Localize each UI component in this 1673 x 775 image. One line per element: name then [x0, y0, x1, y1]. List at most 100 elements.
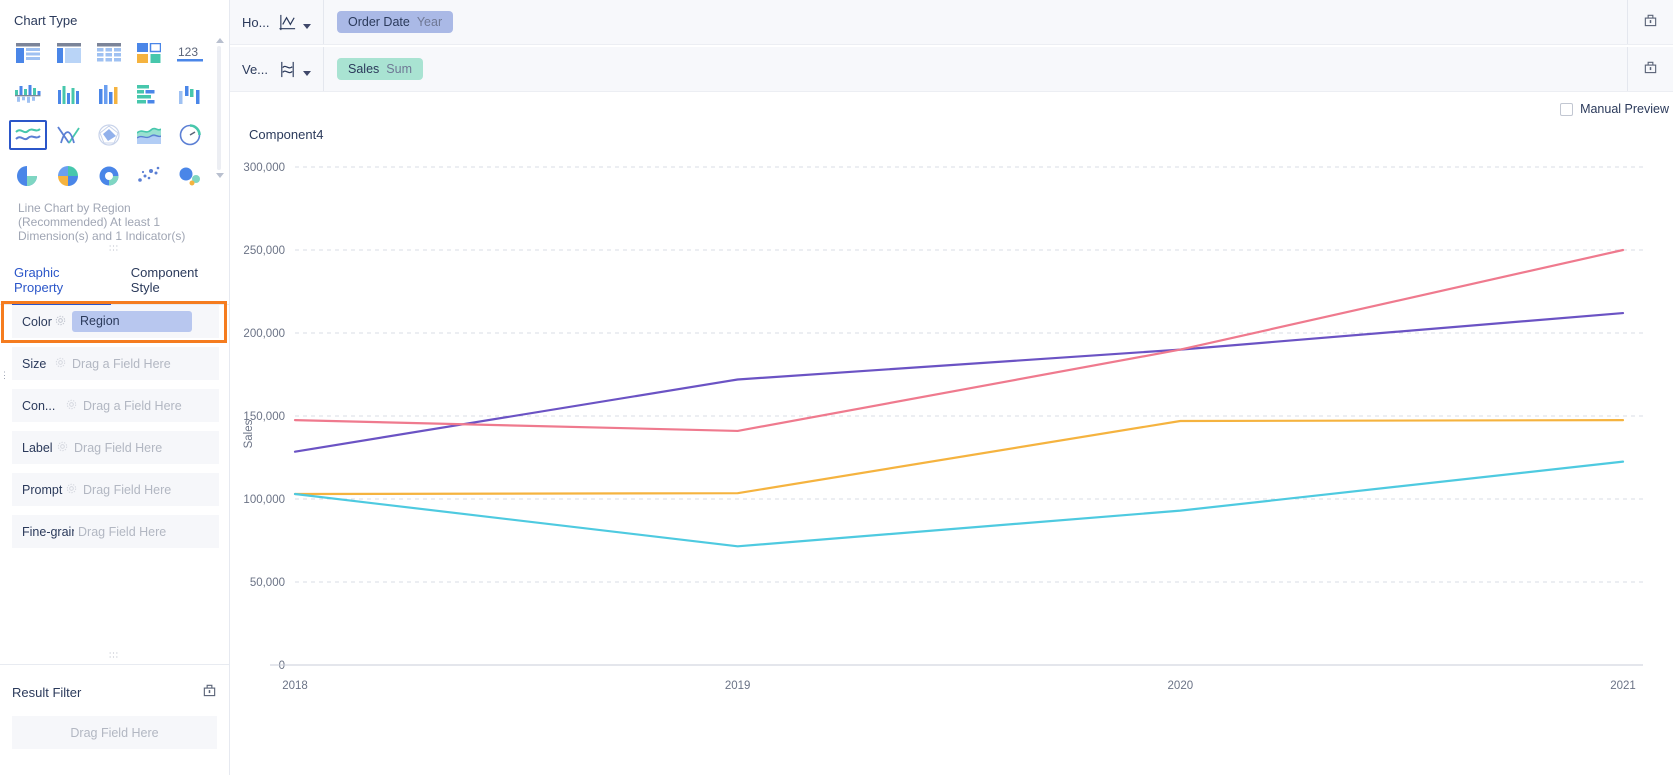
result-filter-title: Result Filter: [12, 685, 81, 700]
horizontal-shelf-lock[interactable]: [1627, 0, 1673, 44]
horizontal-shelf-caret-icon[interactable]: [303, 24, 311, 29]
vertical-axis-line-icon[interactable]: [274, 60, 300, 79]
scroll-down-arrow-icon[interactable]: [216, 173, 224, 178]
series-line-south[interactable]: [295, 462, 1623, 547]
svg-text:123: 123: [178, 45, 198, 59]
column-chart-icon[interactable]: [50, 79, 88, 109]
chart-type-icon-grid[interactable]: 123: [0, 28, 218, 193]
shelf-container-dropzone[interactable]: Drag a Field Here: [83, 399, 182, 413]
shelf-size[interactable]: Size Drag a Field Here: [12, 347, 219, 380]
main-content: Ho... Order Date Year Ve...: [230, 0, 1673, 775]
x-axis-tick-label: 2020: [1168, 680, 1194, 692]
ring-progress-icon[interactable]: [90, 161, 128, 191]
gear-icon[interactable]: [55, 355, 66, 373]
shelf-fine-grained-label: Fine-grain: [22, 525, 74, 539]
vertical-field-pill[interactable]: Sales Sum: [337, 58, 423, 80]
panel-resize-grip-bottom[interactable]: ⋯⋯: [0, 652, 229, 665]
shelf-prompt[interactable]: Prompt Drag Field Here: [12, 473, 219, 506]
horizontal-field-agg: Year: [417, 15, 442, 29]
horizontal-axis-icon[interactable]: [274, 13, 300, 32]
shelf-prompt-label: Prompt: [22, 483, 63, 497]
vertical-field-agg: Sum: [386, 62, 412, 76]
gear-icon[interactable]: [55, 313, 66, 331]
y-axis-title: Sales: [243, 419, 255, 448]
vertical-shelf-label: Ve...: [230, 62, 274, 77]
grouped-column-icon[interactable]: [9, 79, 47, 109]
vertical-axis-shelf[interactable]: Ve... Sales Sum: [230, 47, 1673, 92]
property-tabs[interactable]: Graphic Property Component Style: [0, 259, 229, 305]
gear-icon[interactable]: [66, 481, 77, 499]
y-axis-tick-label: 300,000: [243, 162, 285, 174]
tab-graphic-property[interactable]: Graphic Property: [12, 259, 111, 304]
result-filter-dropzone[interactable]: Drag Field Here: [12, 716, 217, 749]
x-axis-tick-label: 2018: [282, 680, 308, 692]
result-filter-section: Result Filter Drag Field Here: [0, 670, 229, 775]
lock-icon[interactable]: [1643, 12, 1658, 32]
recommendation-text: Line Chart by Region (Recommended) At le…: [0, 193, 215, 243]
manual-preview-checkbox[interactable]: [1560, 103, 1573, 116]
shelf-label[interactable]: Label Drag Field Here: [12, 431, 219, 464]
gear-icon[interactable]: [66, 397, 77, 415]
shelf-size-label: Size: [22, 357, 52, 371]
tab-component-style-label: Component Style: [131, 265, 198, 295]
lock-icon[interactable]: [1643, 59, 1658, 79]
clustered-column-icon[interactable]: [90, 79, 128, 109]
series-line-east[interactable]: [295, 313, 1623, 452]
shelf-fine-grained[interactable]: Fine-grain Drag Field Here: [12, 515, 219, 548]
vertical-shelf-lock[interactable]: [1627, 47, 1673, 91]
scroll-up-arrow-icon[interactable]: [216, 38, 224, 43]
shelf-fine-grained-dropzone[interactable]: Drag Field Here: [78, 525, 166, 539]
scatter-plot-icon[interactable]: [130, 161, 168, 191]
tab-component-style[interactable]: Component Style: [129, 259, 229, 304]
shelf-container[interactable]: Con... Drag a Field Here: [12, 389, 219, 422]
tab-graphic-property-label: Graphic Property: [14, 265, 63, 295]
area-chart-icon[interactable]: [130, 120, 168, 150]
left-config-panel: Chart Type 123: [0, 0, 230, 775]
manual-preview-row[interactable]: Manual Preview: [230, 92, 1673, 120]
shelf-label-label: Label: [22, 441, 54, 455]
table-left-header-icon[interactable]: [9, 38, 47, 68]
range-column-icon[interactable]: [171, 79, 209, 109]
result-filter-header: Result Filter: [12, 682, 217, 702]
panel-drag-handle[interactable]: ⋮: [0, 374, 9, 377]
bubble-chart-icon[interactable]: [171, 161, 209, 191]
horizontal-field-name: Order Date: [348, 15, 410, 29]
x-axis-tick-label: 2019: [725, 680, 751, 692]
table-split-icon[interactable]: [50, 38, 88, 68]
shelf-color-field-pill[interactable]: Region: [72, 311, 192, 332]
kpi-blocks-icon[interactable]: [130, 38, 168, 68]
shelf-color[interactable]: Color Region: [12, 305, 219, 338]
lock-icon[interactable]: [202, 682, 217, 702]
horizontal-bar-icon[interactable]: [130, 79, 168, 109]
donut-segment-icon[interactable]: [50, 161, 88, 191]
shelf-prompt-dropzone[interactable]: Drag Field Here: [83, 483, 171, 497]
shelf-divider: [323, 0, 324, 44]
y-axis-tick-label: 250,000: [243, 245, 285, 257]
gauge-chart-icon[interactable]: [171, 120, 209, 150]
chart-type-scrollbar[interactable]: [215, 38, 224, 178]
line-chart-icon[interactable]: [9, 120, 47, 150]
y-axis-tick-label: 100,000: [243, 494, 285, 506]
pie-chart-icon[interactable]: [9, 161, 47, 191]
series-line-west[interactable]: [295, 250, 1623, 431]
shelf-size-dropzone[interactable]: Drag a Field Here: [72, 357, 171, 371]
x-axis-tick-label: 2021: [1610, 680, 1636, 692]
cross-table-icon[interactable]: [90, 38, 128, 68]
chart-type-title: Chart Type: [0, 0, 229, 28]
panel-resize-grip-top[interactable]: ⋯⋯: [0, 243, 229, 255]
horizontal-axis-shelf[interactable]: Ho... Order Date Year: [230, 0, 1673, 45]
shelf-divider: [323, 47, 324, 91]
radar-chart-icon[interactable]: [90, 120, 128, 150]
number-123-icon[interactable]: 123: [171, 38, 209, 68]
y-axis-tick-label: 200,000: [243, 328, 285, 340]
vertical-field-name: Sales: [348, 62, 379, 76]
horizontal-field-pill[interactable]: Order Date Year: [337, 11, 453, 33]
vertical-shelf-caret-icon[interactable]: [303, 71, 311, 76]
multi-line-icon[interactable]: [50, 120, 88, 150]
color-shelf-wrapper: Color Region: [0, 305, 229, 338]
shelf-label-dropzone[interactable]: Drag Field Here: [74, 441, 162, 455]
line-chart-svg: 050,000100,000150,000200,000250,000300,0…: [230, 120, 1673, 775]
horizontal-shelf-label: Ho...: [230, 15, 274, 30]
scroll-track[interactable]: [217, 46, 221, 170]
gear-icon[interactable]: [57, 439, 68, 457]
